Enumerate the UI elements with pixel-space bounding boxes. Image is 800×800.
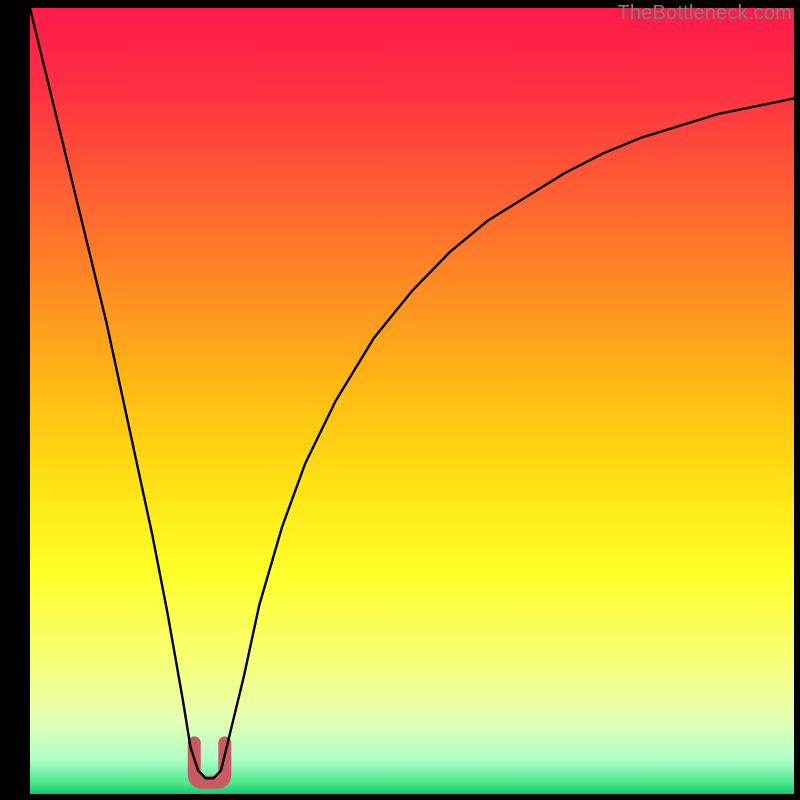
bottleneck-chart [30,8,794,794]
watermark-text: TheBottleneck.com [617,2,792,25]
chart-frame [30,8,794,794]
